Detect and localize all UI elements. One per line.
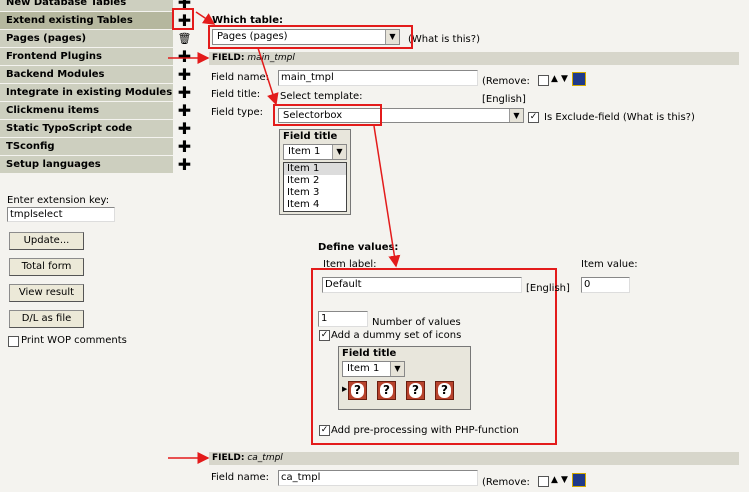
sidebar-item-tsconfig[interactable]: TSconfig ✚: [0, 138, 194, 155]
exclude-field-checkbox[interactable]: ✓: [528, 112, 539, 123]
plus-icon[interactable]: ✚: [176, 138, 193, 155]
plus-icon[interactable]: ✚: [176, 48, 193, 65]
field-title-lang: [English]: [482, 94, 526, 105]
field-name-input[interactable]: main_tmpl: [278, 70, 478, 86]
annotation-box-field-type: [273, 104, 382, 126]
field-header-main-tmpl: FIELD: main_tmpl: [209, 52, 739, 65]
dummy-icons-label: Add a dummy set of icons: [331, 330, 462, 341]
exclude-help-link[interactable]: (What is this?): [623, 112, 695, 123]
sidebar-item-clickmenu-items[interactable]: Clickmenu items ✚: [0, 102, 194, 119]
plus-icon[interactable]: ✚: [176, 84, 193, 101]
field-preview-icons: Field title: [338, 346, 471, 410]
plus-icon[interactable]: ✚: [176, 66, 193, 83]
remove-label: (Remove:: [482, 76, 530, 87]
item-value-header: Item value:: [581, 259, 638, 270]
sidebar: New Database Tables ✚ Extend existing Ta…: [0, 0, 194, 174]
list-item[interactable]: Item 2: [284, 175, 346, 187]
sidebar-item-pages[interactable]: Pages (pages) 🗑: [0, 30, 194, 47]
sidebar-item-backend-modules[interactable]: Backend Modules ✚: [0, 66, 194, 83]
preview-options-list[interactable]: Item 1 Item 2 Item 3 Item 4: [283, 162, 347, 212]
preview-select[interactable]: Item 1 ▼: [283, 144, 347, 160]
question-icon[interactable]: ?: [435, 381, 454, 400]
plus-icon[interactable]: ✚: [176, 102, 193, 119]
chevron-down-icon[interactable]: ▼: [509, 109, 523, 122]
print-wop-label: Print WOP comments: [21, 335, 127, 346]
field-title-value[interactable]: Select template:: [280, 91, 363, 102]
move-up-icon[interactable]: ▲: [551, 74, 558, 84]
selected-arrow-icon: ▶: [342, 385, 348, 393]
annotation-box-plus: [172, 8, 194, 30]
question-icon[interactable]: ?: [377, 381, 396, 400]
remove-checkbox[interactable]: [538, 75, 549, 86]
which-table-help[interactable]: (What is this?): [408, 34, 480, 45]
number-of-values-input[interactable]: 1: [318, 311, 368, 327]
preprocessing-checkbox[interactable]: ✓: [319, 425, 330, 436]
number-of-values-label: Number of values: [372, 317, 461, 328]
move-down-icon[interactable]: ▼: [561, 475, 568, 485]
field2-remove-label: (Remove:: [482, 477, 530, 488]
dummy-icons-checkbox[interactable]: ✓: [319, 330, 330, 341]
field2-remove-checkbox[interactable]: [538, 476, 549, 487]
sidebar-item-new-database-tables[interactable]: New Database Tables ✚: [0, 0, 194, 11]
plus-icon[interactable]: ✚: [176, 156, 193, 173]
move-down-icon[interactable]: ▼: [561, 74, 568, 84]
list-item[interactable]: Item 3: [284, 187, 346, 199]
ext-key-input[interactable]: tmplselect: [7, 207, 115, 222]
chevron-down-icon[interactable]: ▼: [332, 145, 346, 159]
question-icon[interactable]: ?: [348, 381, 367, 400]
save-icon[interactable]: [572, 473, 586, 487]
list-item[interactable]: Item 4: [284, 199, 346, 211]
save-icon[interactable]: [572, 72, 586, 86]
move-up-icon[interactable]: ▲: [551, 475, 558, 485]
print-wop-checkbox[interactable]: [8, 336, 19, 347]
item-label-lang: [English]: [526, 283, 570, 294]
update-button[interactable]: Update...: [9, 232, 84, 250]
ext-key-label: Enter extension key:: [7, 195, 110, 206]
field2-name-input[interactable]: ca_tmpl: [278, 470, 478, 486]
total-form-button[interactable]: Total form: [9, 258, 84, 276]
trash-icon[interactable]: 🗑: [176, 30, 193, 47]
item-label-input[interactable]: Default: [322, 277, 522, 293]
field-type-label: Field type:: [211, 107, 263, 118]
dl-file-button[interactable]: D/L as file: [9, 310, 84, 328]
list-item[interactable]: Item 1: [284, 163, 346, 175]
sidebar-item-extend-existing-tables[interactable]: Extend existing Tables ✚: [0, 12, 194, 29]
field-title-label: Field title:: [211, 89, 261, 100]
question-icon[interactable]: ?: [406, 381, 425, 400]
view-result-button[interactable]: View result: [9, 284, 84, 302]
exclude-field-label: Is Exclude-field (What is this?): [544, 112, 695, 123]
sidebar-item-integrate-modules[interactable]: Integrate in existing Modules ✚: [0, 84, 194, 101]
chevron-down-icon[interactable]: ▼: [390, 362, 404, 376]
field2-name-label: Field name:: [211, 472, 269, 483]
plus-icon[interactable]: ✚: [176, 120, 193, 137]
preprocessing-label: Add pre-processing with PHP-function: [331, 425, 519, 436]
sidebar-item-frontend-plugins[interactable]: Frontend Plugins ✚: [0, 48, 194, 65]
field-name-label: Field name:: [211, 72, 269, 83]
annotation-box-which-table: [208, 25, 413, 49]
field-header-ca-tmpl: FIELD: ca_tmpl: [209, 452, 739, 465]
sidebar-item-static-typoscript[interactable]: Static TypoScript code ✚: [0, 120, 194, 137]
define-values-label: Define values:: [318, 242, 399, 253]
item-value-input[interactable]: 0: [581, 277, 630, 293]
preview2-select[interactable]: Item 1 ▼: [342, 361, 405, 377]
sidebar-item-setup-languages[interactable]: Setup languages ✚: [0, 156, 194, 173]
